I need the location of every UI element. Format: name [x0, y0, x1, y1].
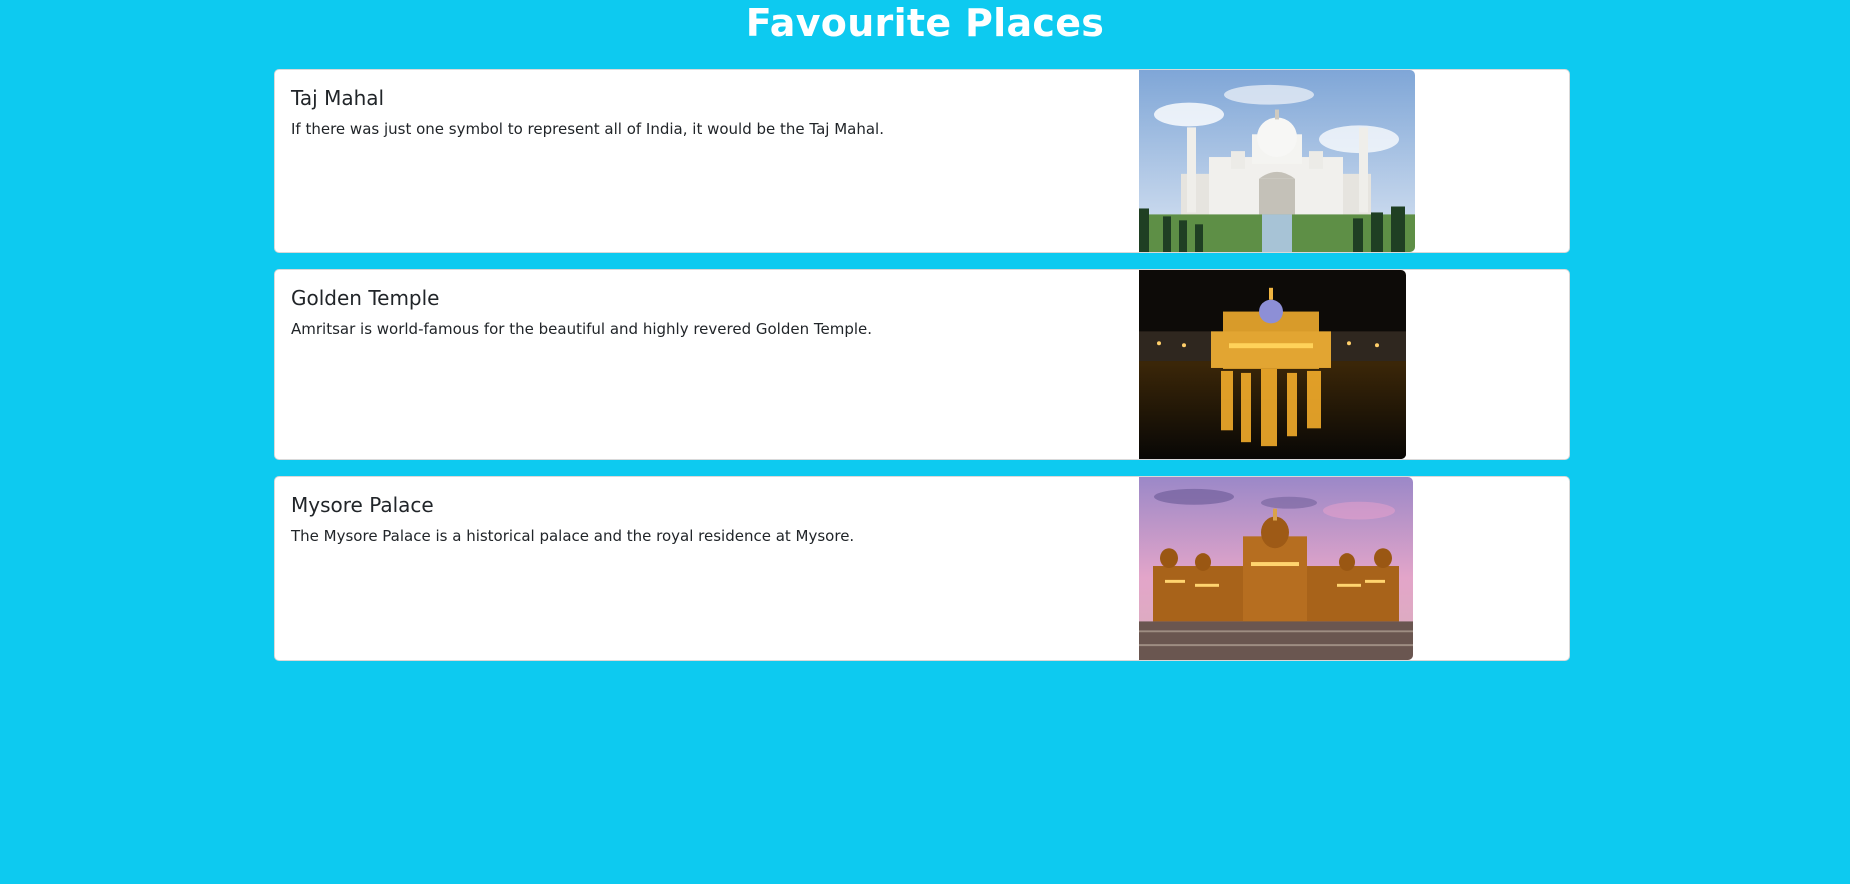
- golden-temple-photo-icon: [1139, 270, 1406, 459]
- taj-mahal-image: [1139, 70, 1415, 252]
- place-card-taj-mahal[interactable]: Taj Mahal If there was just one symbol t…: [274, 69, 1570, 253]
- golden-temple-image: [1139, 270, 1406, 459]
- mysore-palace-photo-icon: [1139, 477, 1413, 660]
- card-body: Mysore Palace The Mysore Palace is a his…: [291, 493, 1111, 547]
- mysore-palace-image: [1139, 477, 1413, 660]
- card-title: Golden Temple: [291, 286, 440, 310]
- card-body: Taj Mahal If there was just one symbol t…: [291, 86, 1111, 140]
- place-card-golden-temple[interactable]: Golden Temple Amritsar is world-famous f…: [274, 269, 1570, 460]
- page-title: Favourite Places: [745, 1, 1105, 45]
- card-description: The Mysore Palace is a historical palace…: [291, 527, 855, 545]
- card-title: Mysore Palace: [291, 493, 434, 517]
- card-description: If there was just one symbol to represen…: [291, 120, 884, 138]
- card-title: Taj Mahal: [291, 86, 385, 110]
- card-description: Amritsar is world-famous for the beautif…: [291, 320, 873, 338]
- place-card-mysore-palace[interactable]: Mysore Palace The Mysore Palace is a his…: [274, 476, 1570, 661]
- taj-mahal-photo-icon: [1139, 70, 1415, 252]
- card-body: Golden Temple Amritsar is world-famous f…: [291, 286, 1111, 340]
